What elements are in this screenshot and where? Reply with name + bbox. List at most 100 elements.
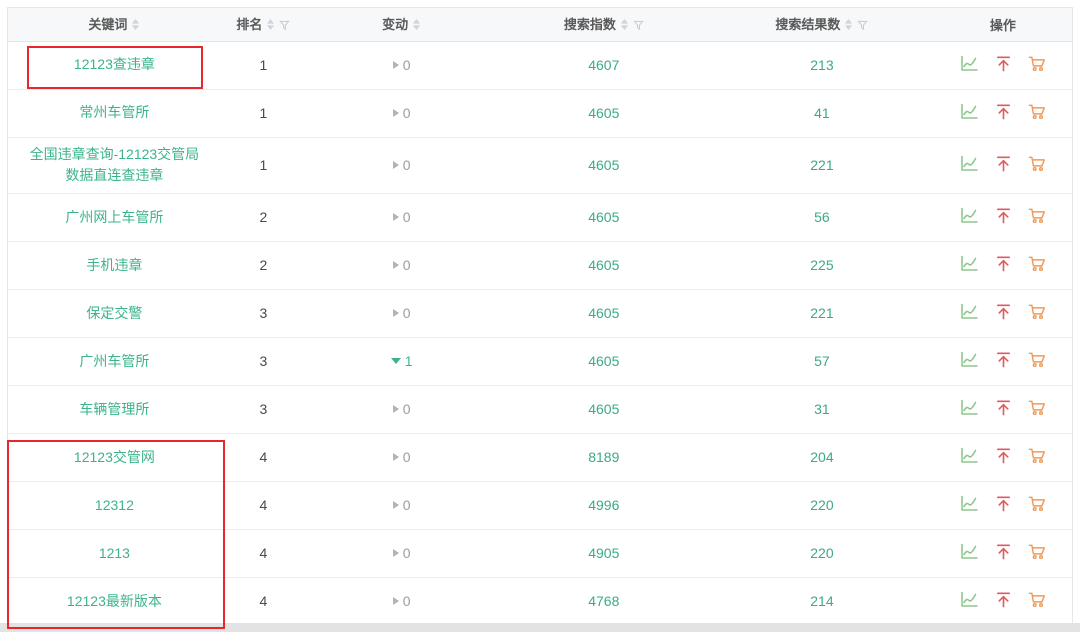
search-results-link[interactable]: 214 — [810, 593, 833, 609]
trend-chart-icon[interactable] — [959, 254, 980, 273]
search-index-link[interactable]: 4605 — [588, 401, 619, 417]
sort-caret-icon[interactable] — [620, 18, 629, 34]
keyword-rank-page: 关键词排名变动搜索指数搜索结果数操作 12123查违章104607213常州车管… — [0, 0, 1080, 632]
rank-value: 3 — [221, 337, 306, 385]
search-results-link[interactable]: 41 — [814, 105, 830, 121]
change-number: 0 — [403, 209, 411, 225]
trend-chart-icon[interactable] — [959, 590, 980, 609]
to-top-icon[interactable] — [994, 494, 1013, 513]
filter-funnel-icon[interactable] — [857, 19, 868, 34]
to-top-icon[interactable] — [994, 206, 1013, 225]
cart-icon[interactable] — [1027, 302, 1047, 321]
search-results-link[interactable]: 31 — [814, 401, 830, 417]
search-results-link[interactable]: 56 — [814, 209, 830, 225]
keyword-table-panel: 关键词排名变动搜索指数搜索结果数操作 12123查违章104607213常州车管… — [7, 7, 1073, 632]
keyword-link[interactable]: 12123最新版本 — [67, 593, 162, 609]
search-results-link[interactable]: 220 — [810, 497, 833, 513]
keyword-link[interactable]: 手机违章 — [86, 257, 142, 273]
change-number: 0 — [403, 593, 411, 609]
table-row: 12312404996220 — [8, 481, 1072, 529]
keyword-link[interactable]: 车辆管理所 — [79, 401, 149, 417]
sort-caret-icon[interactable] — [412, 18, 421, 34]
search-index-link[interactable]: 4605 — [588, 305, 619, 321]
search-results-link[interactable]: 221 — [810, 157, 833, 173]
search-index-link[interactable]: 4768 — [588, 593, 619, 609]
search-results-link[interactable]: 225 — [810, 257, 833, 273]
cart-icon[interactable] — [1027, 398, 1047, 417]
search-index-link[interactable]: 4605 — [588, 257, 619, 273]
table-row: 广州网上车管所20460556 — [8, 193, 1072, 241]
change-down-arrow-icon — [391, 358, 401, 364]
change-flat-arrow-icon — [393, 213, 399, 221]
cart-icon[interactable] — [1027, 54, 1047, 73]
search-index-link[interactable]: 4605 — [588, 209, 619, 225]
to-top-icon[interactable] — [994, 102, 1013, 121]
trend-chart-icon[interactable] — [959, 350, 980, 369]
page-bottom-strip — [0, 623, 1080, 632]
to-top-icon[interactable] — [994, 302, 1013, 321]
sort-caret-icon[interactable] — [844, 18, 853, 34]
cart-icon[interactable] — [1027, 350, 1047, 369]
keyword-link[interactable]: 广州车管所 — [79, 353, 149, 369]
keyword-link[interactable]: 广州网上车管所 — [65, 209, 163, 225]
trend-chart-icon[interactable] — [959, 206, 980, 225]
keyword-link[interactable]: 保定交警 — [86, 305, 142, 321]
sort-caret-icon[interactable] — [131, 18, 140, 34]
to-top-icon[interactable] — [994, 590, 1013, 609]
trend-chart-icon[interactable] — [959, 302, 980, 321]
cart-icon[interactable] — [1027, 102, 1047, 121]
to-top-icon[interactable] — [994, 446, 1013, 465]
cart-icon[interactable] — [1027, 494, 1047, 513]
trend-chart-icon[interactable] — [959, 54, 980, 73]
keyword-link[interactable]: 1213 — [99, 545, 130, 561]
search-results-link[interactable]: 213 — [810, 57, 833, 73]
search-results-link[interactable]: 57 — [814, 353, 830, 369]
cart-icon[interactable] — [1027, 206, 1047, 225]
cart-icon[interactable] — [1027, 590, 1047, 609]
cart-icon[interactable] — [1027, 154, 1047, 173]
table-row: 手机违章204605225 — [8, 241, 1072, 289]
trend-chart-icon[interactable] — [959, 542, 980, 561]
trend-chart-icon[interactable] — [959, 398, 980, 417]
search-results-link[interactable]: 221 — [810, 305, 833, 321]
keyword-link[interactable]: 常州车管所 — [79, 104, 149, 120]
keyword-link[interactable]: 全国违章查询-12123交管局数据直连查违章 — [30, 146, 200, 184]
cart-icon[interactable] — [1027, 542, 1047, 561]
search-index-link[interactable]: 8189 — [588, 449, 619, 465]
column-header-keyword[interactable]: 关键词 — [8, 8, 221, 41]
trend-chart-icon[interactable] — [959, 494, 980, 513]
search-index-link[interactable]: 4605 — [588, 353, 619, 369]
to-top-icon[interactable] — [994, 398, 1013, 417]
trend-chart-icon[interactable] — [959, 154, 980, 173]
change-number: 0 — [403, 449, 411, 465]
to-top-icon[interactable] — [994, 254, 1013, 273]
cart-icon[interactable] — [1027, 446, 1047, 465]
keyword-link[interactable]: 12312 — [95, 497, 134, 513]
filter-funnel-icon[interactable] — [279, 19, 290, 34]
column-header-results[interactable]: 搜索结果数 — [710, 8, 933, 41]
keyword-link[interactable]: 12123查违章 — [74, 56, 155, 72]
trend-chart-icon[interactable] — [959, 446, 980, 465]
trend-chart-icon[interactable] — [959, 102, 980, 121]
column-header-index[interactable]: 搜索指数 — [497, 8, 710, 41]
to-top-icon[interactable] — [994, 154, 1013, 173]
search-index-link[interactable]: 4905 — [588, 545, 619, 561]
search-index-link[interactable]: 4996 — [588, 497, 619, 513]
filter-funnel-icon[interactable] — [633, 19, 644, 34]
change-number: 0 — [403, 157, 411, 173]
to-top-icon[interactable] — [994, 350, 1013, 369]
search-results-link[interactable]: 204 — [810, 449, 833, 465]
search-index-link[interactable]: 4605 — [588, 105, 619, 121]
cart-icon[interactable] — [1027, 254, 1047, 273]
column-header-rank[interactable]: 排名 — [221, 8, 306, 41]
column-header-change[interactable]: 变动 — [306, 8, 498, 41]
search-results-link[interactable]: 220 — [810, 545, 833, 561]
to-top-icon[interactable] — [994, 542, 1013, 561]
to-top-icon[interactable] — [994, 54, 1013, 73]
change-number: 0 — [403, 497, 411, 513]
sort-caret-icon[interactable] — [266, 18, 275, 34]
search-index-link[interactable]: 4607 — [588, 57, 619, 73]
keyword-link[interactable]: 12123交管网 — [74, 449, 155, 465]
change-value: 0 — [306, 433, 498, 481]
search-index-link[interactable]: 4605 — [588, 157, 619, 173]
